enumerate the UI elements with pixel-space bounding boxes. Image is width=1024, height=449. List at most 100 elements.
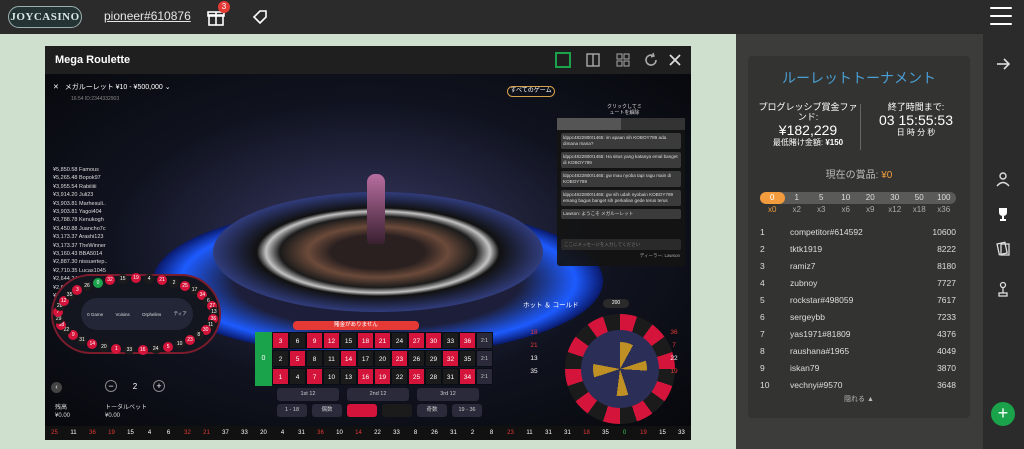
number-cell[interactable]: 25: [408, 368, 425, 385]
number-cell[interactable]: 20: [374, 350, 391, 367]
number-cell[interactable]: 24: [391, 332, 408, 349]
table-limits-label[interactable]: ✕ メガルーレット ¥10 - ¥500,000 ⌄: [53, 82, 171, 92]
race-number[interactable]: 2: [169, 277, 180, 288]
race-number[interactable]: 10: [174, 338, 185, 349]
race-number[interactable]: 20: [98, 341, 109, 352]
arrow-right-icon[interactable]: [995, 56, 1011, 72]
number-cell[interactable]: 5: [289, 350, 306, 367]
number-cell[interactable]: 29: [425, 350, 442, 367]
decrement-button[interactable]: −: [105, 380, 117, 392]
race-number[interactable]: 0: [92, 277, 103, 288]
dozen-bet[interactable]: 2nd 12: [347, 388, 409, 401]
race-number[interactable]: 32: [105, 275, 115, 286]
user-icon[interactable]: [995, 171, 1011, 187]
cards-icon[interactable]: [995, 241, 1011, 257]
number-cell[interactable]: 9: [306, 332, 323, 349]
number-cell[interactable]: 35: [459, 350, 476, 367]
outside-bet[interactable]: 奇数: [417, 404, 447, 417]
number-cell[interactable]: 15: [340, 332, 357, 349]
reload-icon[interactable]: [643, 52, 659, 68]
split-view-icon[interactable]: [585, 52, 601, 68]
cold-number: 7: [672, 342, 676, 349]
number-cell[interactable]: 34: [459, 368, 476, 385]
race-number[interactable]: 15: [117, 273, 128, 284]
number-cell[interactable]: 1: [272, 368, 289, 385]
chip-stepper[interactable]: − 2 +: [105, 380, 165, 392]
number-cell[interactable]: 11: [323, 350, 340, 367]
trophy-icon[interactable]: [995, 206, 1011, 222]
history-result: 25: [51, 430, 58, 436]
single-view-icon[interactable]: [555, 52, 571, 68]
race-number[interactable]: 25: [180, 280, 190, 291]
number-cell[interactable]: 4: [289, 368, 306, 385]
outside-bet[interactable]: 1 - 18: [277, 404, 307, 417]
menu-icon[interactable]: [990, 7, 1012, 27]
number-cell[interactable]: 8: [306, 350, 323, 367]
number-cell[interactable]: 30: [425, 332, 442, 349]
outside-bet[interactable]: 19 - 36: [452, 404, 482, 417]
column-bet[interactable]: 2:1: [476, 350, 493, 367]
history-result: 33: [678, 430, 685, 436]
username-link[interactable]: pioneer#610876: [104, 9, 191, 23]
close-icon[interactable]: [667, 52, 683, 68]
number-cell[interactable]: 16: [357, 368, 374, 385]
number-cell[interactable]: 21: [374, 332, 391, 349]
number-cell[interactable]: 36: [459, 332, 476, 349]
number-cell[interactable]: 27: [408, 332, 425, 349]
race-section[interactable]: ティア: [174, 311, 187, 317]
race-section[interactable]: Voisins: [115, 312, 129, 317]
increment-button[interactable]: +: [152, 380, 165, 392]
dozen-bet[interactable]: 3rd 12: [417, 388, 479, 401]
race-number[interactable]: 4: [144, 273, 155, 284]
column-bet[interactable]: 2:1: [476, 368, 493, 385]
number-cell[interactable]: 3: [272, 332, 289, 349]
number-cell[interactable]: 14: [340, 350, 357, 367]
column-bet[interactable]: 2:1: [476, 332, 493, 349]
site-logo[interactable]: JOYCASINO: [8, 6, 82, 28]
outside-bet[interactable]: 偶数: [312, 404, 342, 417]
race-number[interactable]: 5: [163, 341, 174, 352]
race-number[interactable]: 24: [150, 343, 161, 354]
joystick-icon[interactable]: [995, 281, 1011, 297]
race-section[interactable]: Orphelins: [142, 312, 161, 317]
outside-bet[interactable]: [382, 404, 412, 417]
number-cell[interactable]: 6: [289, 332, 306, 349]
number-cell[interactable]: 19: [374, 368, 391, 385]
grid-view-icon[interactable]: [615, 52, 631, 68]
number-cell[interactable]: 31: [442, 368, 459, 385]
history-result: 0: [622, 430, 627, 436]
number-cell[interactable]: 26: [408, 350, 425, 367]
chevron-left-icon[interactable]: ‹: [51, 382, 62, 393]
race-section[interactable]: 0 Game: [87, 312, 103, 317]
add-button[interactable]: +: [991, 402, 1015, 426]
history-result: 10: [336, 430, 343, 436]
outside-bet[interactable]: [347, 404, 377, 417]
chat-tab[interactable]: [557, 118, 621, 130]
all-games-button[interactable]: すべてのゲーム: [507, 86, 555, 97]
tag-icon[interactable]: [251, 8, 269, 26]
number-cell[interactable]: 2: [272, 350, 289, 367]
number-cell[interactable]: 28: [425, 368, 442, 385]
number-cell[interactable]: 12: [323, 332, 340, 349]
hide-button[interactable]: 隠れる ▲: [748, 394, 970, 404]
number-cell[interactable]: 18: [357, 332, 374, 349]
number-cell[interactable]: 33: [442, 332, 459, 349]
zero-cell[interactable]: 0: [255, 332, 272, 386]
hot-cold-toggle[interactable]: 200: [603, 299, 629, 308]
race-number[interactable]: 21: [156, 275, 167, 286]
number-cell[interactable]: 22: [391, 368, 408, 385]
chat-input[interactable]: ここにメッセージを入力してください: [561, 239, 681, 250]
race-number[interactable]: 16: [137, 344, 148, 355]
number-cell[interactable]: 7: [306, 368, 323, 385]
number-cell[interactable]: 17: [357, 350, 374, 367]
number-cell[interactable]: 10: [323, 368, 340, 385]
race-number[interactable]: 19: [131, 273, 141, 283]
number-cell[interactable]: 23: [391, 350, 408, 367]
number-cell[interactable]: 32: [442, 350, 459, 367]
number-cell[interactable]: 13: [340, 368, 357, 385]
race-number[interactable]: 31: [77, 334, 88, 345]
race-number[interactable]: 23: [184, 334, 195, 345]
dozen-bet[interactable]: 1st 12: [277, 388, 339, 401]
chat-history-tab[interactable]: [621, 118, 685, 130]
race-number[interactable]: 26: [81, 280, 92, 291]
